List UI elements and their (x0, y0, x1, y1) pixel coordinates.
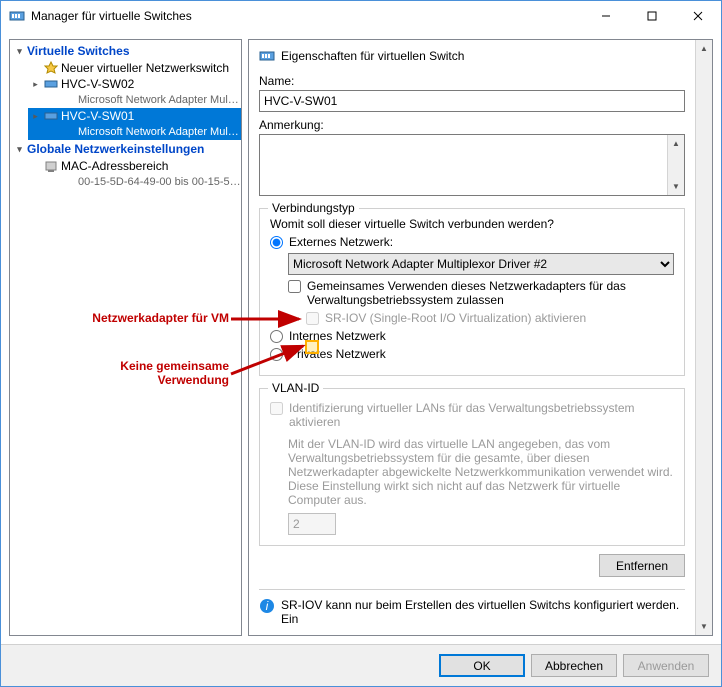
tree-panel: ▾ Virtuelle Switches Neuer virtueller Ne… (9, 39, 242, 636)
notes-label: Anmerkung: (259, 118, 685, 132)
title-bar: Manager für virtuelle Switches (1, 1, 721, 31)
tree-section-global[interactable]: ▾ Globale Netzwerkeinstellungen (10, 140, 241, 158)
new-switch-icon (43, 60, 59, 76)
connection-prompt: Womit soll dieser virtuelle Switch verbu… (270, 217, 674, 231)
tree-item-sw02-sub: Microsoft Network Adapter Multipl... (28, 92, 241, 108)
vlan-description: Mit der VLAN-ID wird das virtuelle LAN a… (288, 437, 674, 507)
expand-icon[interactable]: ▸ (30, 79, 41, 90)
tree-item-sw01[interactable]: ▸ HVC-V-SW01 Microsoft Network Adapter M… (10, 108, 241, 140)
info-icon: i (259, 598, 275, 614)
expand-icon[interactable]: ▸ (30, 111, 41, 122)
scroll-down-icon[interactable]: ▼ (696, 618, 712, 635)
radio-external[interactable]: Externes Netzwerk: (270, 235, 674, 249)
tree-item-sw02[interactable]: ▸ HVC-V-SW02 Microsoft Network Adapter M… (10, 76, 241, 108)
app-icon (9, 8, 25, 24)
info-message: i SR-IOV kann nur beim Erstellen des vir… (259, 589, 685, 626)
vswitch-icon (259, 48, 275, 64)
tree-item-new-switch[interactable]: Neuer virtueller Netzwerkswitch (10, 60, 241, 76)
vswitch-icon (43, 76, 59, 92)
properties-panel: Eigenschaften für virtuellen Switch Name… (248, 39, 713, 636)
adapter-combo[interactable]: Microsoft Network Adapter Multiplexor Dr… (288, 253, 674, 275)
vlan-legend: VLAN-ID (268, 381, 323, 395)
checkbox-vlan-enable: Identifizierung virtueller LANs für das … (270, 401, 674, 429)
close-button[interactable] (675, 1, 721, 31)
nic-icon (43, 158, 59, 174)
remove-button[interactable]: Entfernen (599, 554, 685, 577)
scroll-down-icon[interactable]: ▼ (668, 178, 684, 195)
collapse-icon: ▾ (14, 144, 25, 155)
scroll-up-icon[interactable]: ▲ (668, 135, 684, 152)
connection-type-legend: Verbindungstyp (268, 201, 359, 215)
ok-button[interactable]: OK (439, 654, 525, 677)
minimize-button[interactable] (583, 1, 629, 31)
radio-internal[interactable]: Internes Netzwerk (270, 329, 674, 343)
tree-item-mac-range[interactable]: MAC-Adressbereich 00-15-5D-64-49-00 bis … (10, 158, 241, 190)
properties-header: Eigenschaften für virtuellen Switch (259, 48, 685, 64)
checkbox-sriov: SR-IOV (Single-Root I/O Virtualization) … (306, 311, 674, 325)
name-input[interactable] (259, 90, 685, 112)
window-title: Manager für virtuelle Switches (31, 9, 583, 23)
radio-private[interactable]: Privates Netzwerk (270, 347, 674, 361)
notes-textarea[interactable] (260, 135, 667, 195)
tree-item-mac-sub: 00-15-5D-64-49-00 bis 00-15-5D-6... (28, 174, 241, 190)
vlan-id-input (288, 513, 336, 535)
apply-button: Anwenden (623, 654, 709, 677)
maximize-button[interactable] (629, 1, 675, 31)
tree-section-virtual-switches[interactable]: ▾ Virtuelle Switches (10, 42, 241, 60)
checkbox-share-os[interactable]: Gemeinsames Verwenden dieses Netzwerkada… (288, 279, 674, 307)
cancel-button[interactable]: Abbrechen (531, 654, 617, 677)
scroll-up-icon[interactable]: ▲ (696, 40, 712, 57)
svg-text:i: i (266, 599, 269, 613)
dialog-button-bar: OK Abbrechen Anwenden (1, 644, 721, 686)
connection-type-group: Verbindungstyp Womit soll dieser virtuel… (259, 208, 685, 376)
textarea-scrollbar[interactable]: ▲ ▼ (667, 135, 684, 195)
vlan-group: VLAN-ID Identifizierung virtueller LANs … (259, 388, 685, 546)
panel-scrollbar[interactable]: ▲ ▼ (695, 40, 712, 635)
vswitch-icon (43, 108, 59, 124)
name-label: Name: (259, 74, 685, 88)
tree-item-sw01-sub: Microsoft Network Adapter Multipl... (28, 124, 241, 140)
collapse-icon: ▾ (14, 46, 25, 57)
